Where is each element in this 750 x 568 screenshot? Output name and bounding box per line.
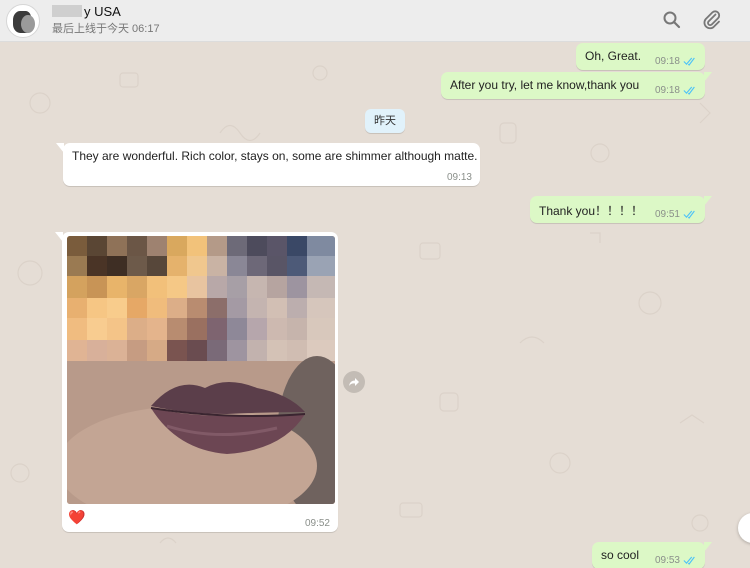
pixelated-face-image: [67, 236, 335, 504]
message-time: 09:18: [654, 56, 680, 67]
message-outgoing[interactable]: Oh, Great. 09:18: [576, 43, 705, 70]
message-meta: 09:53: [655, 555, 697, 566]
bubble-tail: [704, 196, 712, 206]
message-incoming[interactable]: They are wonderful. Rich color, stays on…: [56, 143, 480, 186]
message-meta: 09:13: [447, 172, 472, 183]
read-ticks-icon: [683, 556, 695, 565]
contact-name[interactable]: y USA: [52, 4, 121, 19]
read-ticks-icon: [683, 57, 695, 66]
message-time: 09:51: [654, 209, 680, 220]
bubble-tail: [704, 542, 712, 552]
message-outgoing[interactable]: After you try, let me know,thank you 09:…: [441, 72, 712, 99]
redacted-name-blur: [52, 5, 82, 17]
mosaic-blur: [67, 236, 335, 361]
message-time: 09:13: [446, 172, 472, 183]
message-text: They are wonderful. Rich color, stays on…: [72, 149, 478, 163]
search-icon[interactable]: [660, 8, 684, 32]
bubble-tail: [55, 232, 63, 242]
contact-avatar[interactable]: [6, 4, 40, 38]
message-time: 09:53: [654, 555, 680, 566]
message-meta: 09:52: [305, 518, 330, 529]
date-divider: 昨天: [365, 109, 405, 133]
message-time: 09:52: [304, 518, 330, 529]
message-meta: 09:18: [655, 85, 697, 96]
chat-header: y USA 最后上线于今天 06:17: [0, 0, 750, 42]
message-outgoing[interactable]: Thank you！！！！ 09:51: [530, 196, 712, 223]
message-meta: 09:18: [655, 56, 697, 67]
read-ticks-icon: [683, 86, 695, 95]
contact-name-text: y USA: [84, 4, 121, 19]
bubble-tail: [56, 143, 64, 153]
heart-reaction-icon[interactable]: ❤️: [68, 509, 85, 526]
paperclip-icon[interactable]: [700, 8, 724, 32]
bubble-tail: [704, 72, 712, 82]
message-time: 09:18: [654, 85, 680, 96]
read-ticks-icon: [683, 210, 695, 219]
message-text: Thank you！！！！: [539, 204, 644, 218]
chat-area[interactable]: Oh, Great. 09:18 After you try, let me k…: [0, 43, 750, 568]
message-meta: 09:51: [655, 209, 697, 220]
shared-photo[interactable]: [67, 236, 335, 504]
message-text: so cool: [601, 548, 640, 562]
message-text: After you try, let me know,thank you: [450, 78, 640, 92]
last-seen-status: 最后上线于今天 06:17: [52, 23, 160, 35]
message-text: Oh, Great.: [585, 49, 642, 63]
forward-icon[interactable]: [343, 371, 365, 393]
message-outgoing[interactable]: so cool 09:53: [592, 542, 712, 568]
